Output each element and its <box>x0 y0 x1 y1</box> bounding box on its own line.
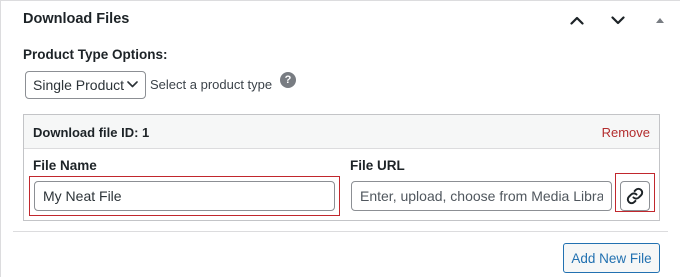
product-type-label: Product Type Options: <box>23 47 168 62</box>
file-name-label: File Name <box>33 158 97 173</box>
download-file-box: Download file ID: 1 Remove File Name Fil… <box>23 114 660 221</box>
panel-title: Download Files <box>23 11 130 27</box>
insert-link-button[interactable] <box>620 181 650 211</box>
move-up-button[interactable] <box>562 7 592 33</box>
divider <box>13 231 668 232</box>
chevron-down-icon <box>611 15 625 24</box>
chevron-up-icon <box>570 16 584 25</box>
download-file-header: Download file ID: 1 Remove <box>24 115 659 149</box>
remove-file-link[interactable]: Remove <box>602 125 650 140</box>
file-name-input[interactable] <box>34 181 335 211</box>
triangle-up-icon <box>656 17 664 23</box>
product-type-select[interactable]: Single Product <box>25 71 146 99</box>
chevron-down-icon <box>127 81 138 88</box>
product-type-hint: Select a product type <box>150 77 273 92</box>
file-url-label: File URL <box>350 158 405 173</box>
download-files-panel: Download Files Product Type Options: Sin… <box>0 0 680 277</box>
product-type-selected-value: Single Product <box>33 77 125 93</box>
download-file-id: Download file ID: 1 <box>33 125 150 140</box>
add-new-file-button[interactable]: Add New File <box>563 243 660 273</box>
toggle-panel-button[interactable] <box>649 7 671 33</box>
move-down-button[interactable] <box>603 7 633 33</box>
file-url-input[interactable] <box>351 181 612 211</box>
help-icon[interactable]: ? <box>280 72 296 88</box>
link-icon <box>626 187 644 205</box>
